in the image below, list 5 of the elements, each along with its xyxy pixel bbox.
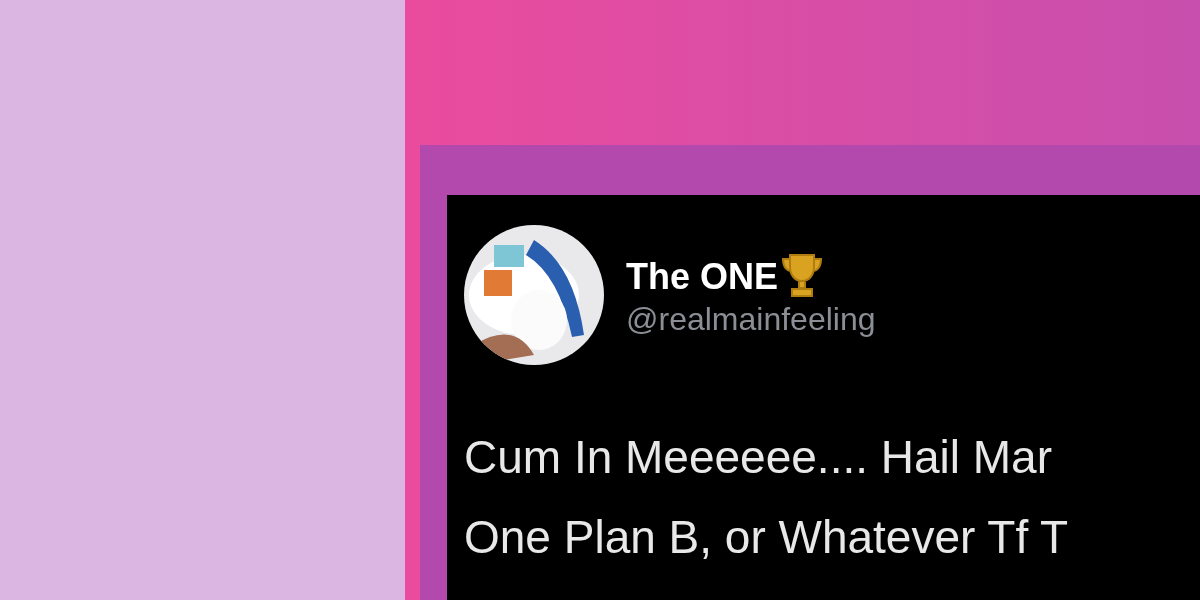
user-handle: @realmainfeeling <box>626 300 876 339</box>
trophy-icon <box>780 251 824 299</box>
tweet-text: Cum In Meeeeee.... Hail Mar <box>464 430 1053 485</box>
display-name: The ONE <box>626 255 778 299</box>
tweet-text: One Plan B, or Whatever Tf T <box>464 510 1070 565</box>
